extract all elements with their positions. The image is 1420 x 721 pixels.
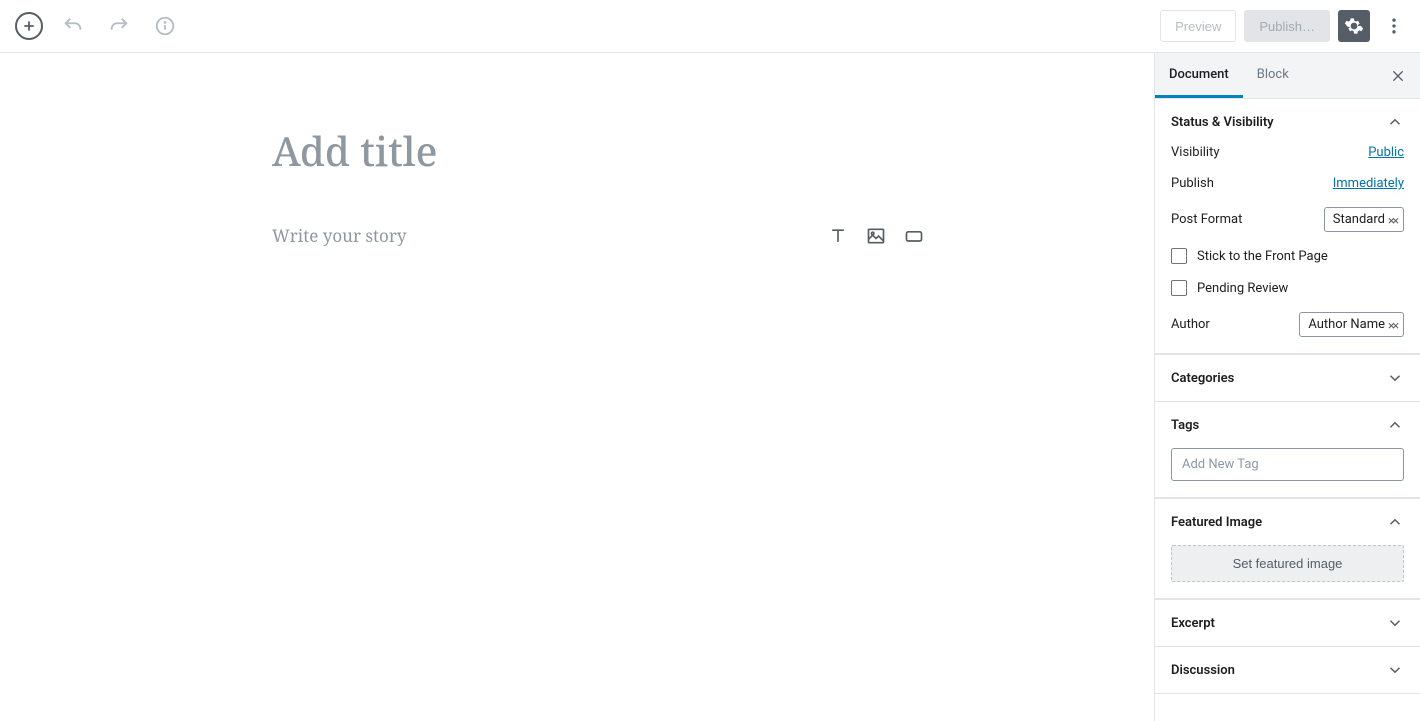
panel-excerpt[interactable]: Excerpt bbox=[1155, 600, 1420, 647]
redo-button[interactable] bbox=[103, 10, 135, 42]
undo-button[interactable] bbox=[57, 10, 89, 42]
post-format-select[interactable]: Standard bbox=[1324, 207, 1404, 232]
pending-review-label: Pending Review bbox=[1197, 281, 1288, 296]
author-label: Author bbox=[1171, 317, 1210, 332]
more-menu-button[interactable] bbox=[1378, 10, 1410, 42]
chevron-down-icon bbox=[1386, 369, 1404, 387]
chevron-up-icon bbox=[1386, 113, 1404, 131]
top-toolbar: Preview Publish… bbox=[0, 0, 1420, 53]
video-block-icon[interactable] bbox=[904, 226, 924, 246]
close-sidebar-button[interactable] bbox=[1384, 62, 1412, 90]
panel-featured-image[interactable]: Featured Image bbox=[1155, 499, 1420, 545]
panel-title: Featured Image bbox=[1171, 515, 1262, 530]
publish-label: Publish bbox=[1171, 176, 1214, 191]
preview-button[interactable]: Preview bbox=[1160, 10, 1236, 42]
add-block-button[interactable] bbox=[15, 12, 43, 40]
editor-canvas bbox=[0, 53, 1154, 721]
pending-review-checkbox[interactable] bbox=[1171, 280, 1187, 296]
chevron-up-icon bbox=[1386, 416, 1404, 434]
panel-title: Excerpt bbox=[1171, 616, 1215, 631]
tab-block[interactable]: Block bbox=[1243, 53, 1303, 98]
set-featured-image-button[interactable]: Set featured image bbox=[1171, 545, 1404, 582]
visibility-label: Visibility bbox=[1171, 145, 1220, 160]
panel-title: Categories bbox=[1171, 371, 1234, 386]
panel-categories[interactable]: Categories bbox=[1155, 355, 1420, 402]
panel-title: Tags bbox=[1171, 418, 1199, 433]
add-tag-input[interactable] bbox=[1171, 448, 1404, 481]
publish-value[interactable]: Immediately bbox=[1333, 176, 1404, 191]
settings-sidebar: Document Block Status & Visibility Visib… bbox=[1154, 53, 1420, 721]
info-button[interactable] bbox=[149, 10, 181, 42]
stick-front-page-label: Stick to the Front Page bbox=[1197, 249, 1328, 264]
tab-document[interactable]: Document bbox=[1155, 53, 1243, 98]
post-content-input[interactable] bbox=[272, 224, 786, 247]
panel-discussion[interactable]: Discussion bbox=[1155, 647, 1420, 694]
visibility-value[interactable]: Public bbox=[1368, 145, 1404, 160]
panel-title: Discussion bbox=[1171, 663, 1235, 678]
panel-status-visibility[interactable]: Status & Visibility bbox=[1155, 99, 1420, 145]
text-block-icon[interactable] bbox=[828, 226, 848, 246]
chevron-down-icon bbox=[1386, 661, 1404, 679]
chevron-up-icon bbox=[1386, 513, 1404, 531]
panel-tags[interactable]: Tags bbox=[1155, 402, 1420, 448]
author-select[interactable]: Author Name bbox=[1299, 312, 1404, 337]
publish-button[interactable]: Publish… bbox=[1244, 10, 1330, 42]
settings-button[interactable] bbox=[1338, 10, 1370, 42]
stick-front-page-checkbox[interactable] bbox=[1171, 248, 1187, 264]
chevron-down-icon bbox=[1386, 614, 1404, 632]
image-block-icon[interactable] bbox=[866, 226, 886, 246]
post-format-label: Post Format bbox=[1171, 212, 1242, 227]
post-title-input[interactable] bbox=[272, 123, 882, 178]
panel-title: Status & Visibility bbox=[1171, 115, 1274, 130]
